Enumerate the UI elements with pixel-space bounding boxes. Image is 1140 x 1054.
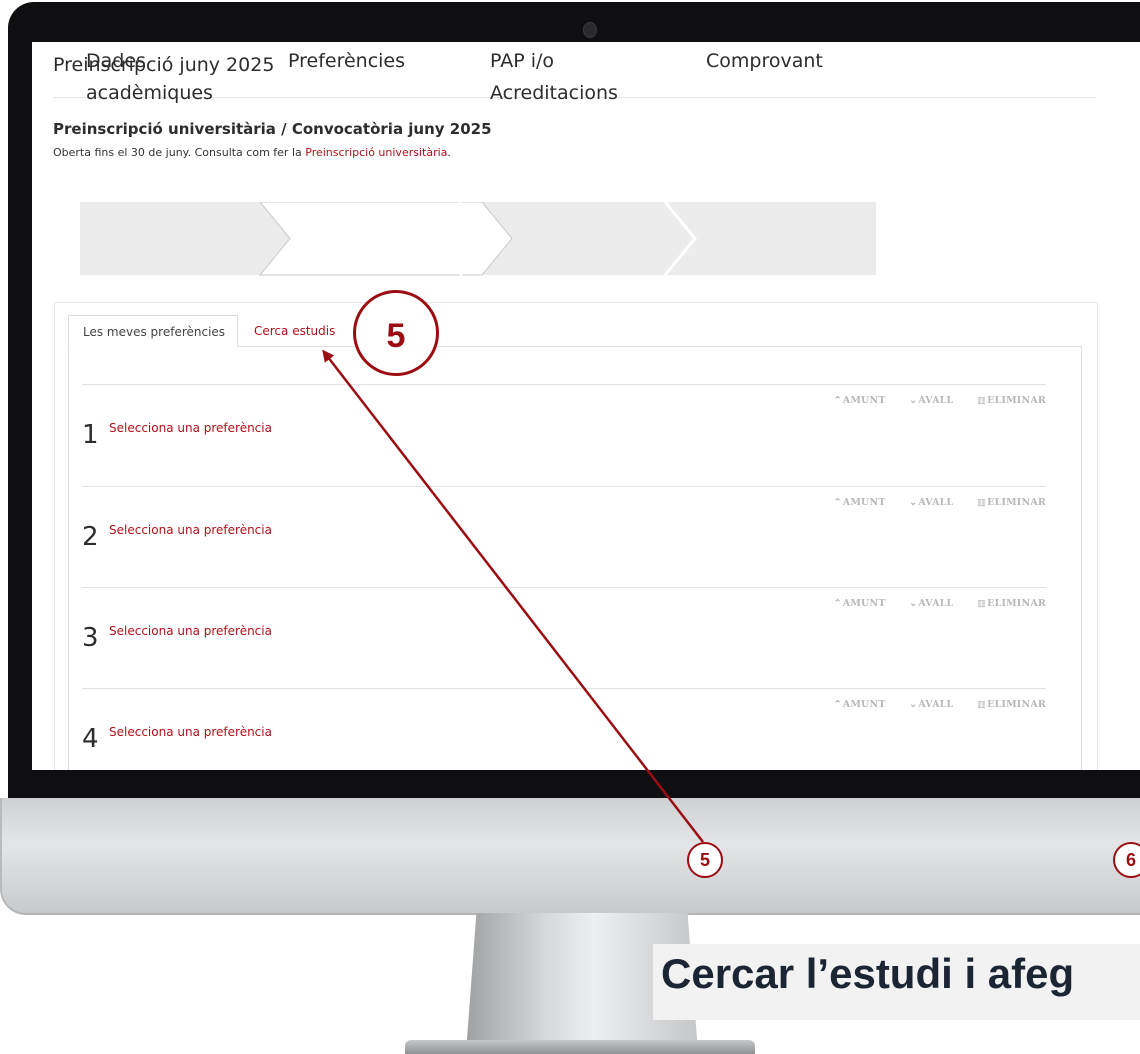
instruction-caption-box: Cercar l’estudi i afeg xyxy=(653,944,1140,1020)
tab-my-preferences[interactable]: Les meves preferències xyxy=(68,315,238,347)
step-5-badge-large: 5 xyxy=(353,290,439,376)
instruction-caption: Cercar l’estudi i afeg xyxy=(661,950,1075,997)
step-5-badge: 5 xyxy=(687,842,723,878)
annotation-arrow xyxy=(322,349,704,843)
